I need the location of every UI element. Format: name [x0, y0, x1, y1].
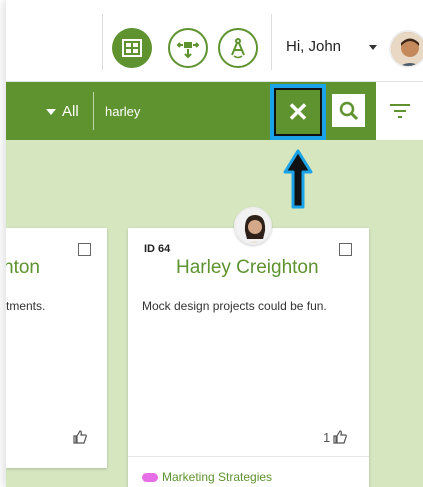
board-view-button[interactable]	[112, 28, 152, 68]
top-bar: Hi, John	[6, 0, 423, 82]
filter-lines-icon	[389, 104, 410, 118]
card-harley-creighton[interactable]: ID 64 Harley Creighton Mock design proje…	[128, 228, 369, 487]
clear-search-button[interactable]: ✕	[270, 84, 326, 140]
card-description: rtments.	[6, 299, 46, 313]
divider	[271, 14, 272, 70]
like-count: 1	[323, 429, 331, 445]
search-button[interactable]	[330, 92, 367, 129]
filter-label: All	[62, 103, 79, 120]
card-id: ID 64	[144, 243, 171, 255]
app-window: Hi, John All ✕	[6, 0, 423, 487]
filter-button[interactable]	[376, 82, 423, 140]
card-description: Mock design projects could be fun.	[142, 299, 327, 313]
divider	[102, 14, 103, 70]
user-greeting[interactable]: Hi, John	[286, 38, 341, 55]
move-arrows-icon	[176, 42, 200, 59]
card-board: nton rtments. ID 64 Harley Creighton Moc…	[6, 140, 423, 487]
card-name: Harley Creighton	[176, 257, 319, 278]
chevron-down-icon[interactable]	[369, 45, 377, 50]
search-icon	[339, 101, 358, 120]
card-name: nton	[6, 257, 40, 278]
card-checkbox[interactable]	[339, 243, 352, 256]
filter-dropdown[interactable]: All	[46, 103, 79, 120]
avatar-image	[391, 32, 423, 66]
pointer-arrow-icon	[283, 149, 313, 209]
move-button[interactable]	[168, 28, 208, 68]
thumbs-up-icon	[73, 430, 87, 444]
like-button[interactable]: 1	[323, 429, 348, 445]
thumbs-up-icon	[333, 430, 348, 444]
tag-color-dot	[142, 473, 158, 483]
card-checkbox[interactable]	[78, 243, 91, 256]
close-icon: ✕	[274, 88, 322, 136]
search-input[interactable]	[105, 104, 245, 119]
divider	[128, 456, 369, 457]
card-tag[interactable]: Marketing Strategies	[142, 470, 272, 484]
tag-label: Marketing Strategies	[162, 470, 273, 484]
user-avatar[interactable]	[389, 30, 423, 68]
design-tool-button[interactable]	[218, 28, 258, 68]
divider	[93, 92, 94, 130]
board-icon	[122, 39, 142, 57]
compass-icon	[231, 38, 245, 59]
caret-down-icon	[46, 108, 56, 115]
card-partial[interactable]: nton rtments.	[6, 228, 107, 468]
like-button[interactable]	[72, 429, 88, 445]
card-avatar	[234, 207, 272, 245]
